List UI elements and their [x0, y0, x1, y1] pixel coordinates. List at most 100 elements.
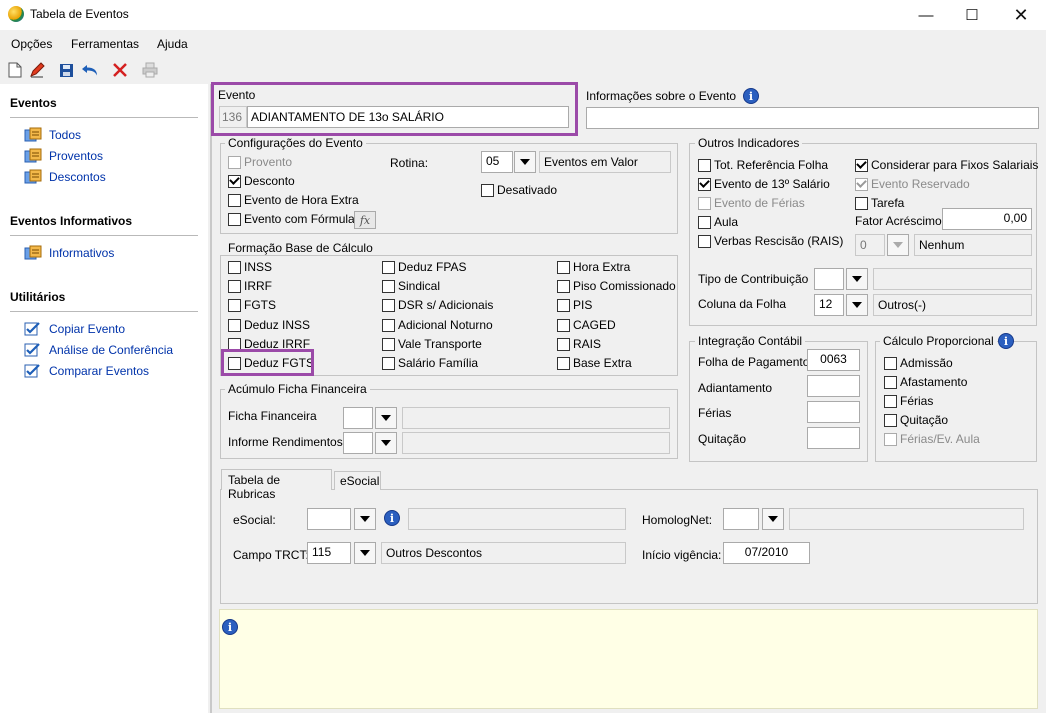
ferias-ev-aula-checkbox[interactable]: Férias/Ev. Aula — [884, 432, 980, 446]
provento-checkbox[interactable]: Provento — [228, 155, 292, 169]
sidebar-item-analise-conferencia[interactable]: Análise de Conferência — [24, 342, 173, 358]
desativado-checkbox[interactable]: Desativado — [481, 183, 557, 197]
homolognet-desc — [789, 508, 1024, 530]
checklist-icon — [24, 364, 40, 378]
event-list-icon — [24, 127, 42, 142]
menu-opcoes[interactable]: Opções — [11, 37, 52, 51]
info-icon[interactable]: i — [743, 88, 759, 104]
vale-transporte-checkbox[interactable]: Vale Transporte — [382, 337, 482, 351]
coluna-folha-dropdown[interactable] — [846, 294, 868, 316]
rais-checkbox[interactable]: RAIS — [557, 337, 601, 351]
folha-pagamento-input[interactable]: 0063 — [807, 349, 860, 371]
formula-checkbox[interactable]: Evento com Fórmula — [228, 212, 355, 226]
tab-tabela-rubricas[interactable]: Tabela de Rubricas — [221, 469, 332, 501]
adiantamento-input[interactable] — [807, 375, 860, 397]
campo-trct-input[interactable]: 115 — [307, 542, 351, 564]
sidebar-item-copiar-evento[interactable]: Copiar Evento — [24, 321, 125, 337]
app-icon — [8, 6, 24, 22]
tab-esocial[interactable]: eSocial — [334, 471, 381, 490]
sidebar-divider — [10, 117, 198, 118]
info-icon[interactable]: i — [998, 333, 1014, 349]
caged-checkbox[interactable]: CAGED — [557, 318, 616, 332]
hora-extra-base-checkbox[interactable]: Hora Extra — [557, 260, 630, 274]
informe-rendimentos-input[interactable] — [343, 432, 373, 454]
desconto-checkbox[interactable]: Desconto — [228, 174, 295, 188]
checklist-icon — [24, 322, 40, 336]
ferias-proporcional-checkbox[interactable]: Férias — [884, 394, 933, 408]
sidebar-item-comparar-eventos[interactable]: Comparar Eventos — [24, 363, 149, 379]
piso-comissionado-checkbox[interactable]: Piso Comissionado — [557, 279, 676, 293]
aula-checkbox[interactable]: Aula — [698, 215, 738, 229]
ficha-financeira-dropdown[interactable] — [375, 407, 397, 429]
evento-13-checkbox[interactable]: Evento de 13º Salário — [698, 177, 830, 191]
inicio-vigencia-input[interactable]: 07/2010 — [723, 542, 810, 564]
maximize-button[interactable]: ☐ — [949, 0, 995, 30]
dsr-adicionais-checkbox[interactable]: DSR s/ Adicionais — [382, 298, 493, 312]
sidebar-item-proventos[interactable]: Proventos — [24, 148, 103, 164]
sidebar-item-label: Comparar Eventos — [49, 364, 150, 378]
formula-button[interactable]: fx — [354, 211, 376, 229]
tipo-contribuicao-input[interactable] — [814, 268, 844, 290]
sidebar-item-todos[interactable]: Todos — [24, 127, 81, 143]
menu-ferramentas[interactable]: Ferramentas — [71, 37, 139, 51]
ferias-label: Férias — [698, 406, 732, 420]
minimize-button[interactable]: — — [903, 0, 949, 30]
sidebar-section-utilitarios: Utilitários — [10, 290, 66, 304]
deduz-fpas-checkbox[interactable]: Deduz FPAS — [382, 260, 466, 274]
base-irrf-checkbox[interactable]: IRRF — [228, 279, 272, 293]
campo-trct-dropdown[interactable] — [354, 542, 376, 564]
rotina-dropdown[interactable] — [514, 151, 536, 173]
ferias-input[interactable] — [807, 401, 860, 423]
sindical-checkbox[interactable]: Sindical — [382, 279, 440, 293]
base-fgts-checkbox[interactable]: FGTS — [228, 298, 276, 312]
tot-referencia-checkbox[interactable]: Tot. Referência Folha — [698, 158, 828, 172]
integracao-title: Integração Contábil — [695, 334, 806, 348]
homolognet-dropdown[interactable] — [762, 508, 784, 530]
admissao-checkbox[interactable]: Admissão — [884, 356, 953, 370]
verbas-rescisao-checkbox[interactable]: Verbas Rescisão (RAIS) — [698, 234, 843, 248]
menu-ajuda[interactable]: Ajuda — [157, 37, 188, 51]
sidebar-item-informativos[interactable]: Informativos — [24, 245, 114, 261]
close-button[interactable]: ✕ — [998, 0, 1044, 30]
informe-rendimentos-dropdown[interactable] — [375, 432, 397, 454]
info-evento-input[interactable] — [586, 107, 1039, 129]
deduz-inss-checkbox[interactable]: Deduz INSS — [228, 318, 310, 332]
save-disk-icon[interactable] — [57, 61, 75, 79]
esocial-dropdown[interactable] — [354, 508, 376, 530]
verbas-rescisao-input: 0 — [855, 234, 885, 256]
homolognet-input[interactable] — [723, 508, 759, 530]
event-list-icon — [24, 169, 42, 184]
evento-reservado-checkbox[interactable]: Evento Reservado — [855, 177, 970, 191]
delete-x-icon[interactable] — [111, 61, 129, 79]
fator-acrescimo-input[interactable]: 0,00 — [942, 208, 1032, 230]
quitacao-input[interactable] — [807, 427, 860, 449]
esocial-input[interactable] — [307, 508, 351, 530]
tipo-contribuicao-dropdown[interactable] — [846, 268, 868, 290]
salario-familia-checkbox[interactable]: Salário Família — [382, 356, 478, 370]
hora-extra-checkbox[interactable]: Evento de Hora Extra — [228, 193, 359, 207]
ficha-financeira-label: Ficha Financeira — [228, 409, 317, 423]
adicional-noturno-checkbox[interactable]: Adicional Noturno — [382, 318, 493, 332]
adiantamento-label: Adiantamento — [698, 381, 773, 395]
tipo-contribuicao-label: Tipo de Contribuição — [698, 272, 809, 286]
sidebar-item-label: Descontos — [49, 170, 106, 184]
info-icon[interactable]: i — [384, 510, 400, 526]
new-document-icon[interactable] — [6, 61, 24, 79]
tarefa-checkbox[interactable]: Tarefa — [855, 196, 904, 210]
sidebar-item-descontos[interactable]: Descontos — [24, 169, 106, 185]
fixos-salariais-checkbox[interactable]: Considerar para Fixos Salariais — [855, 158, 1038, 172]
evento-ferias-checkbox[interactable]: Evento de Férias — [698, 196, 805, 210]
rotina-input[interactable]: 05 — [481, 151, 513, 173]
edit-pencil-icon[interactable] — [28, 61, 46, 79]
coluna-folha-desc: Outros(-) — [873, 294, 1032, 316]
base-extra-checkbox[interactable]: Base Extra — [557, 356, 632, 370]
pis-checkbox[interactable]: PIS — [557, 298, 592, 312]
toolbar — [0, 58, 1046, 82]
sidebar-section-informativos: Eventos Informativos — [10, 214, 133, 228]
quitacao-proporcional-checkbox[interactable]: Quitação — [884, 413, 948, 427]
ficha-financeira-input[interactable] — [343, 407, 373, 429]
base-inss-checkbox[interactable]: INSS — [228, 260, 272, 274]
undo-icon[interactable] — [81, 61, 99, 79]
coluna-folha-input[interactable]: 12 — [814, 294, 844, 316]
afastamento-checkbox[interactable]: Afastamento — [884, 375, 967, 389]
